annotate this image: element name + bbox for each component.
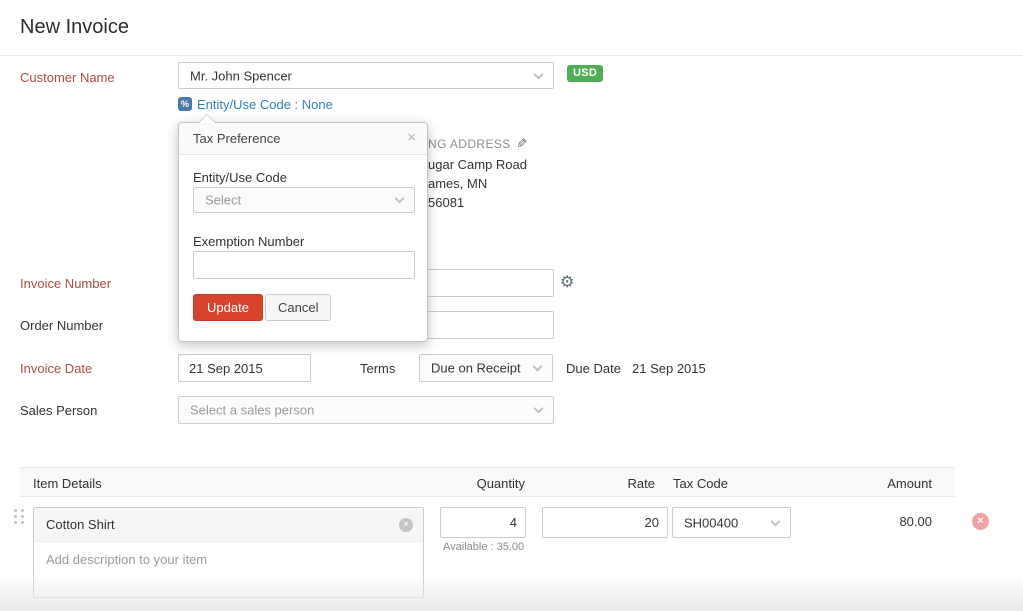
tax-preference-popup: Tax Preference × Entity/Use Code Select …	[178, 122, 428, 342]
clear-item-icon[interactable]: ×	[399, 518, 413, 532]
entity-use-code-select[interactable]: Select	[193, 187, 415, 213]
popup-title: Tax Preference	[193, 131, 280, 146]
sales-person-label: Sales Person	[20, 403, 97, 418]
header-divider	[0, 55, 1023, 56]
col-tax-code: Tax Code	[673, 476, 728, 491]
entity-use-code-link[interactable]: Entity/Use Code : None	[197, 97, 333, 112]
order-number-label: Order Number	[20, 318, 103, 333]
item-name-input[interactable]: Cotton Shirt ×	[34, 508, 423, 542]
chevron-down-icon	[534, 69, 544, 79]
sales-person-placeholder: Select a sales person	[190, 403, 314, 418]
close-icon[interactable]: ×	[407, 129, 416, 146]
terms-selected-value: Due on Receipt	[431, 361, 521, 376]
available-stock-note: Available : 35.00	[443, 541, 524, 553]
col-quantity: Quantity	[445, 476, 525, 491]
edit-address-pencil-icon[interactable]: ✎	[516, 136, 527, 152]
popup-arrow	[199, 115, 215, 123]
billing-address-heading-text: NG ADDRESS	[428, 137, 511, 151]
customer-selected-value: Mr. John Spencer	[190, 68, 292, 83]
col-rate: Rate	[575, 476, 655, 491]
invoice-number-label: Invoice Number	[20, 276, 111, 291]
col-item-details: Item Details	[33, 476, 102, 491]
rate-input[interactable]	[542, 507, 668, 538]
sales-person-select[interactable]: Select a sales person	[178, 396, 554, 424]
page-title: New Invoice	[20, 16, 129, 39]
exemption-number-label: Exemption Number	[193, 234, 304, 249]
terms-select[interactable]: Due on Receipt	[419, 354, 553, 382]
chevron-down-icon	[534, 404, 544, 414]
col-amount: Amount	[852, 476, 932, 491]
entity-use-code-label: Entity/Use Code	[193, 170, 287, 185]
exemption-number-input[interactable]	[193, 251, 415, 279]
due-date-label: Due Date	[566, 361, 621, 376]
item-table-header: Item Details Quantity Rate Tax Code Amou…	[20, 467, 955, 497]
chevron-down-icon	[533, 362, 543, 372]
delete-row-icon[interactable]: ×	[972, 513, 989, 530]
chevron-down-icon	[395, 194, 405, 204]
item-name-value: Cotton Shirt	[46, 517, 115, 532]
invoice-date-label: Invoice Date	[20, 361, 92, 376]
page-bottom-gradient	[0, 575, 1023, 611]
address-line: ames, MN	[428, 176, 527, 191]
row-drag-handle[interactable]	[14, 509, 24, 527]
update-button[interactable]: Update	[193, 294, 263, 321]
billing-address-block: NG ADDRESS ✎ ugar Camp Road ames, MN 5608…	[428, 136, 527, 210]
tax-code-select[interactable]: SH00400	[672, 507, 791, 538]
chevron-down-icon	[771, 516, 781, 526]
currency-badge: USD	[567, 65, 603, 82]
cancel-button[interactable]: Cancel	[265, 294, 331, 321]
new-invoice-page: New Invoice Customer Name Mr. John Spenc…	[0, 0, 1023, 611]
popup-header: Tax Preference ×	[179, 123, 427, 155]
invoice-date-input[interactable]	[178, 354, 311, 382]
billing-address-heading: NG ADDRESS ✎	[428, 136, 527, 152]
address-line: 56081	[428, 195, 527, 210]
quantity-input[interactable]	[440, 507, 526, 538]
line-amount: 80.00	[852, 514, 932, 529]
tax-code-value: SH00400	[684, 515, 738, 530]
customer-name-label: Customer Name	[20, 70, 115, 85]
gear-icon[interactable]: ⚙	[560, 275, 574, 291]
customer-select[interactable]: Mr. John Spencer	[178, 62, 554, 89]
percent-icon: %	[178, 97, 192, 111]
due-date-value: 21 Sep 2015	[632, 361, 706, 376]
address-line: ugar Camp Road	[428, 157, 527, 172]
item-description-input[interactable]: Add description to your item	[46, 552, 207, 567]
terms-label: Terms	[360, 361, 395, 376]
entity-use-code-placeholder: Select	[205, 193, 241, 208]
